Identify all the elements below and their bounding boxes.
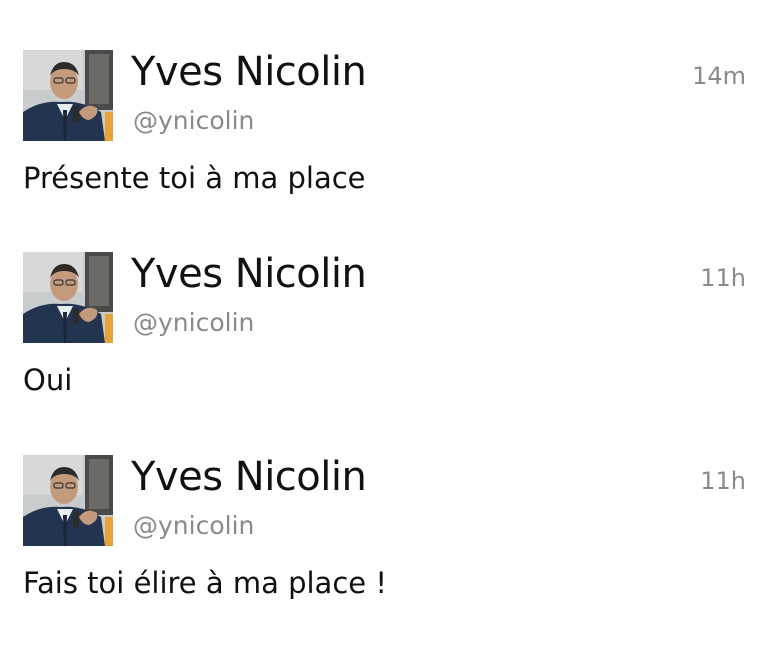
tweet-item[interactable]: Yves Nicolin @ynicolin 14m Présente toi …: [0, 48, 768, 230]
tweet-feed: Yves Nicolin @ynicolin 14m Présente toi …: [0, 0, 768, 651]
tweet-text: Présente toi à ma place: [23, 161, 366, 195]
avatar[interactable]: [23, 455, 113, 546]
avatar[interactable]: [23, 252, 113, 343]
tweet-item[interactable]: Yves Nicolin @ynicolin 11h Fais toi élir…: [0, 453, 768, 635]
author-handle[interactable]: @ynicolin: [133, 308, 254, 338]
timestamp: 11h: [700, 264, 746, 292]
tweet-text: Fais toi élire à ma place !: [23, 566, 387, 600]
author-name[interactable]: Yves Nicolin: [131, 453, 367, 501]
avatar-photo: [23, 252, 113, 343]
avatar-photo: [23, 455, 113, 546]
author-name[interactable]: Yves Nicolin: [131, 48, 367, 96]
timestamp: 14m: [692, 62, 746, 90]
author-handle[interactable]: @ynicolin: [133, 106, 254, 136]
timestamp: 11h: [700, 467, 746, 495]
author-name[interactable]: Yves Nicolin: [131, 250, 367, 298]
author-handle[interactable]: @ynicolin: [133, 511, 254, 541]
avatar-photo: [23, 50, 113, 141]
avatar[interactable]: [23, 50, 113, 141]
tweet-text: Oui: [23, 363, 73, 397]
tweet-item[interactable]: Yves Nicolin @ynicolin 11h Oui: [0, 250, 768, 432]
